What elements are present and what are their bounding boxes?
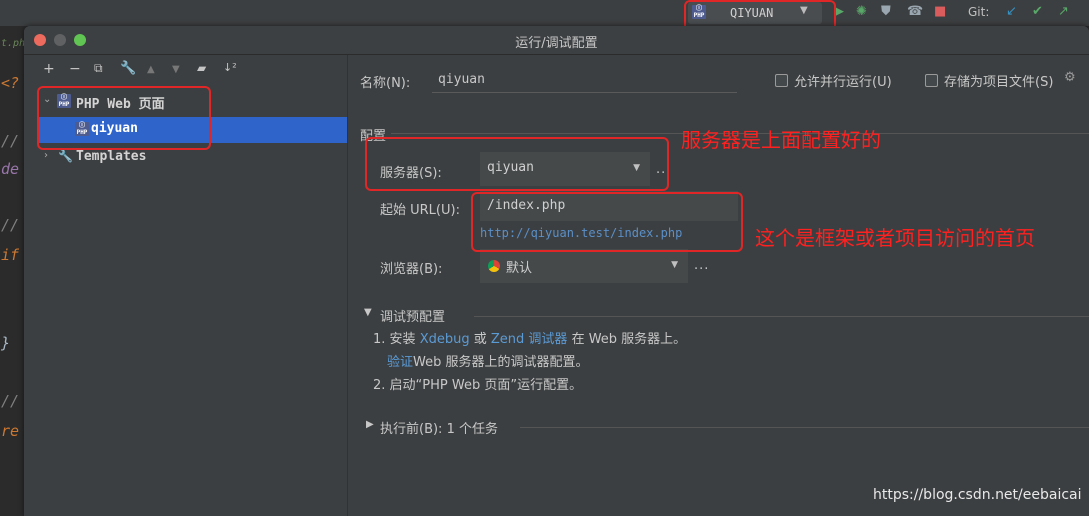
name-input[interactable]: qiyuan: [438, 72, 485, 87]
browser-more-button[interactable]: ...: [694, 258, 709, 273]
copy-icon[interactable]: ⧉: [94, 61, 103, 76]
ide-toolbar: Ⓘ PHP QIYUAN ▼ ▶ ✺ ⛊ ☎ ■ Git: ↙ ✔ ↗: [0, 0, 1089, 26]
chrome-icon: [488, 260, 500, 272]
zend-debugger-link[interactable]: Zend 调试器: [491, 332, 568, 347]
add-icon[interactable]: +: [43, 61, 55, 77]
step1-prefix: 1. 安装: [373, 332, 416, 347]
code-fragment: }: [1, 334, 11, 352]
chevron-down-icon[interactable]: ▼: [364, 307, 372, 318]
name-underline: [432, 92, 737, 93]
debug-verify: 验证Web 服务器上的调试器配置。: [387, 351, 589, 370]
tree-templates-label: Templates: [76, 149, 147, 164]
debug-icon[interactable]: ✺: [856, 4, 867, 20]
run-debug-config-dialog: 运行/调试配置 + − ⧉ 🔧 ▲ ▼ ▰ ↓² ⌄ Ⓘ PHP PHP Web …: [24, 26, 1089, 516]
store-as-project-label: 存储为项目文件(S): [944, 75, 1054, 90]
stop-icon[interactable]: ■: [934, 4, 946, 20]
git-commit-icon[interactable]: ✔: [1032, 4, 1043, 20]
chevron-right-icon[interactable]: ▶: [366, 419, 374, 430]
dialog-title: 运行/调试配置: [515, 36, 598, 51]
or-text: 或: [473, 332, 487, 347]
debug-step-2: 2. 启动“PHP Web 页面”运行配置。: [373, 378, 583, 393]
browser-select[interactable]: 默认 ▼: [480, 249, 688, 283]
git-label: Git:: [968, 5, 990, 19]
allow-parallel-label: 允许并行运行(U): [794, 75, 892, 90]
store-as-project-checkbox[interactable]: [925, 74, 938, 87]
folder-icon[interactable]: ▰: [197, 61, 206, 75]
annotation-url-note: 这个是框架或者项目访问的首页: [755, 226, 1035, 250]
code-fragment: //: [1, 132, 20, 150]
listen-debug-icon[interactable]: ☎: [907, 4, 923, 20]
move-down-icon[interactable]: ▼: [172, 64, 180, 75]
remove-icon[interactable]: −: [69, 61, 81, 77]
code-fragment: <?: [1, 74, 20, 92]
before-launch-label[interactable]: 执行前(B): 1 个任务: [380, 418, 498, 437]
annotation-server-note: 服务器是上面配置好的: [681, 128, 881, 152]
code-fragment: de: [1, 160, 20, 178]
debug-preconfig-title: 调试预配置: [380, 310, 446, 325]
coverage-icon[interactable]: ⛊: [881, 4, 891, 20]
browser-label: 浏览器(B):: [380, 262, 443, 277]
code-fragment: //: [1, 216, 20, 234]
browser-value: 默认: [506, 261, 533, 276]
annotation-box-url: [471, 192, 743, 252]
code-fragment: //: [1, 392, 20, 410]
wrench-icon: 🔧: [58, 149, 73, 163]
tree-toolbar: + − ⧉ 🔧 ▲ ▼ ▰ ↓²: [37, 61, 337, 83]
allow-parallel-checkbox[interactable]: [775, 74, 788, 87]
dialog-titlebar: 运行/调试配置: [24, 26, 1089, 55]
debug-preconfig-separator: [474, 316, 1089, 317]
before-launch-separator: [520, 427, 1089, 428]
annotation-box-tree: [37, 86, 211, 150]
annotation-box-server: [365, 137, 669, 191]
name-label: 名称(N):: [360, 76, 411, 91]
step1-suffix: 在 Web 服务器上。: [571, 332, 687, 347]
gear-icon[interactable]: ⚙: [1064, 70, 1076, 85]
chevron-right-icon[interactable]: ›: [44, 150, 48, 161]
code-fragment: re: [1, 422, 20, 440]
verify-link[interactable]: 验证: [387, 355, 413, 370]
git-push-icon[interactable]: ↗: [1058, 4, 1069, 20]
tab-fragment: t.ph: [1, 38, 26, 49]
watermark: https://blog.csdn.net/eebaicai: [873, 487, 1082, 503]
xdebug-link[interactable]: Xdebug: [420, 332, 470, 347]
sort-icon[interactable]: ↓²: [223, 61, 237, 74]
editor-background: <? // de // if } // re t.ph: [0, 26, 26, 516]
chevron-down-icon: ▼: [671, 260, 678, 270]
start-url-label: 起始 URL(U):: [380, 203, 460, 218]
debug-step-1: 1. 安装 Xdebug 或 Zend 调试器 在 Web 服务器上。: [373, 328, 686, 347]
move-up-icon[interactable]: ▲: [147, 64, 155, 75]
verify-suffix: Web 服务器上的调试器配置。: [413, 355, 589, 370]
git-update-icon[interactable]: ↙: [1006, 4, 1017, 20]
code-fragment: if: [1, 246, 20, 264]
wrench-icon[interactable]: 🔧: [120, 61, 136, 76]
